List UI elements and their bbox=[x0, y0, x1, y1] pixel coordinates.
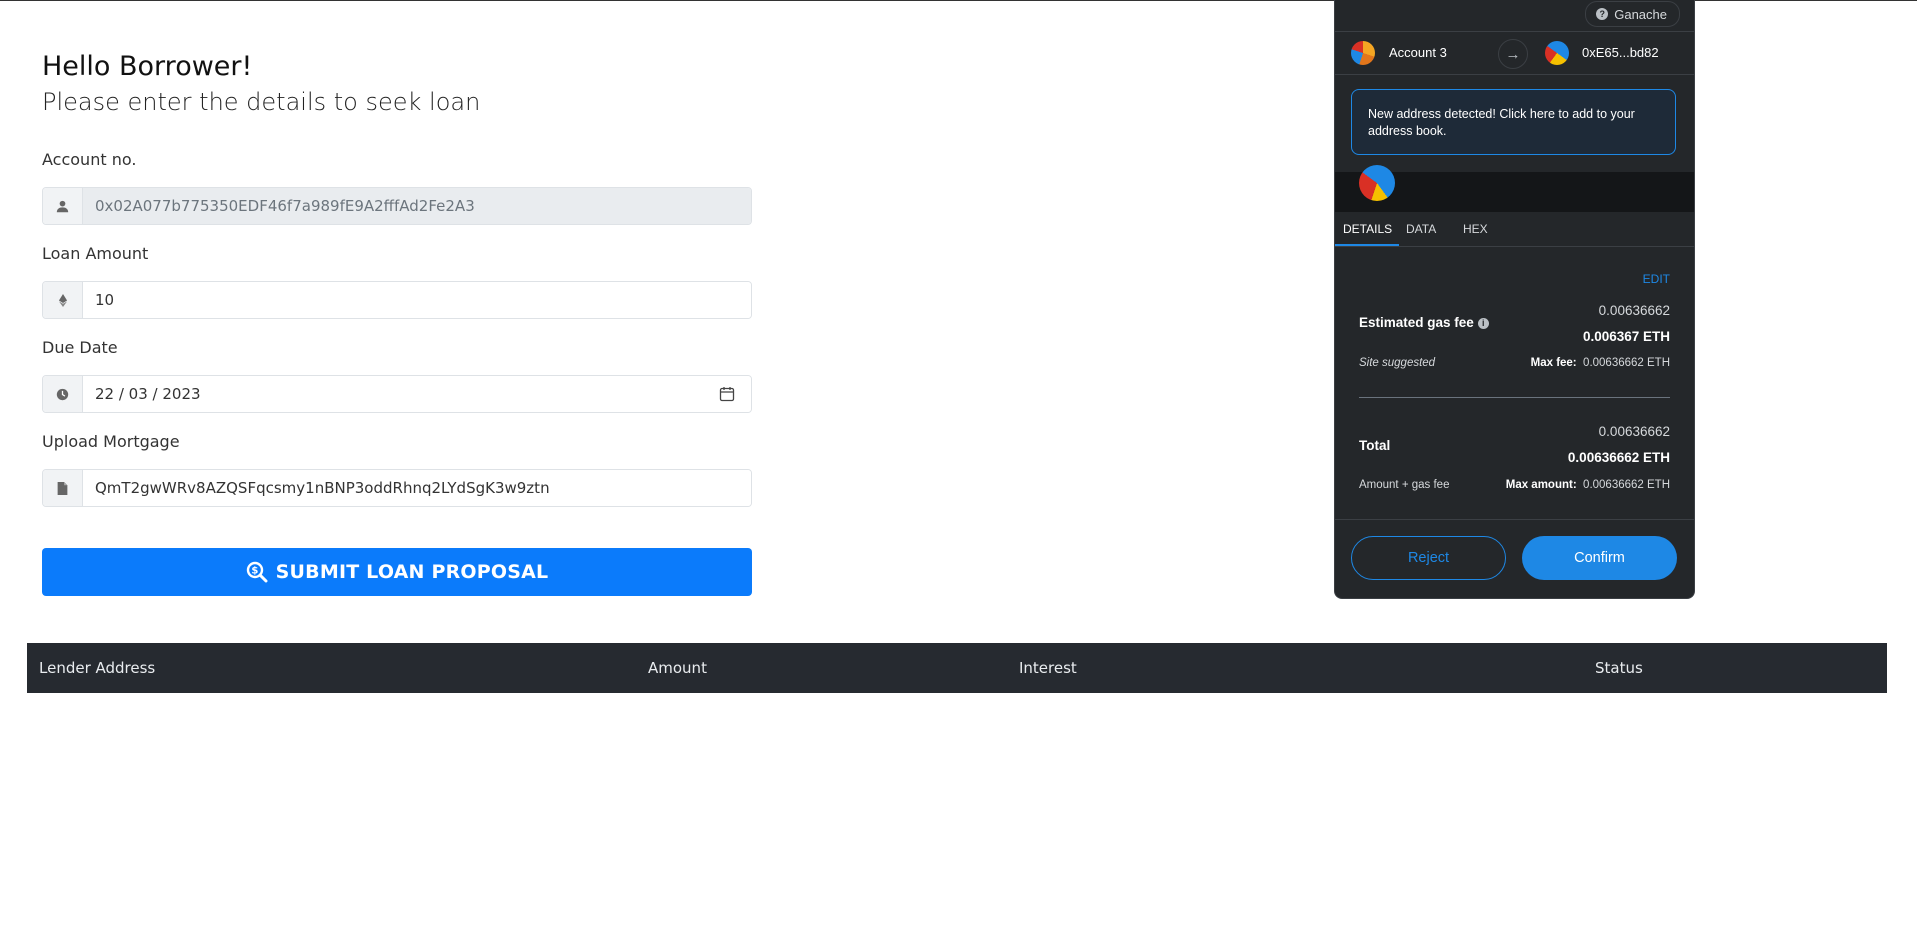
mortgage-input[interactable]: QmT2gwWRv8AZQSFqcsmy1nBNP3oddRhnq2LYdSgK… bbox=[83, 470, 751, 506]
col-amount: Amount bbox=[648, 659, 707, 677]
help-icon: ? bbox=[1596, 8, 1609, 20]
total-note: Amount + gas fee bbox=[1359, 479, 1450, 491]
col-status: Status bbox=[1595, 659, 1643, 677]
loan-amount-input[interactable]: 10 bbox=[83, 282, 751, 318]
col-interest: Interest bbox=[1019, 659, 1077, 677]
page-title: Hello Borrower! bbox=[42, 51, 253, 82]
popup-footer: Reject Confirm bbox=[1335, 519, 1694, 598]
gas-fee-eth: 0.006367 ETH bbox=[1582, 329, 1670, 344]
from-account[interactable]: Account 3 bbox=[1389, 45, 1447, 60]
gas-max-label: Max fee: bbox=[1530, 357, 1577, 369]
amount-label: Loan Amount bbox=[42, 244, 149, 263]
total-value: 0.00636662 bbox=[1598, 424, 1670, 439]
svg-text:$: $ bbox=[251, 566, 258, 577]
due-date-input[interactable]: 22 / 03 / 2023 bbox=[83, 376, 751, 412]
due-date-field[interactable]: 22 / 03 / 2023 bbox=[42, 375, 752, 413]
due-date-label: Due Date bbox=[42, 338, 118, 357]
due-date-value: 22 / 03 / 2023 bbox=[95, 385, 201, 403]
ethereum-icon bbox=[43, 282, 83, 318]
mortgage-label: Upload Mortgage bbox=[42, 432, 180, 451]
gas-fee-label-wrap: Estimated gas fee i bbox=[1359, 315, 1489, 330]
info-icon[interactable]: i bbox=[1477, 317, 1489, 329]
edit-gas-link[interactable]: EDIT bbox=[1643, 272, 1670, 286]
calendar-icon[interactable] bbox=[719, 386, 735, 402]
recipient-avatar-icon bbox=[1545, 41, 1569, 65]
total-max-label: Max amount: bbox=[1505, 479, 1577, 491]
active-tab-indicator bbox=[1335, 244, 1399, 246]
account-row: Account 3 → 0xE65...bd82 bbox=[1335, 31, 1694, 75]
search-dollar-icon: $ bbox=[246, 561, 268, 583]
mortgage-field[interactable]: QmT2gwWRv8AZQSFqcsmy1nBNP3oddRhnq2LYdSgK… bbox=[42, 469, 752, 507]
total-eth: 0.00636662 ETH bbox=[1567, 450, 1670, 465]
account-field: 0x02A077b775350EDF46f7a989fE9A2fffAd2Fe2… bbox=[42, 187, 752, 225]
reject-button[interactable]: Reject bbox=[1351, 536, 1506, 580]
gas-note: Site suggested bbox=[1359, 357, 1436, 369]
tab-data[interactable]: DATA bbox=[1406, 222, 1436, 236]
tab-hex[interactable]: HEX bbox=[1463, 222, 1488, 236]
gas-max-fee: Max fee: 0.00636662 ETH bbox=[1531, 357, 1670, 369]
amount-field[interactable]: 10 bbox=[42, 281, 752, 319]
gas-max-value: 0.00636662 ETH bbox=[1583, 357, 1670, 369]
col-lender-address: Lender Address bbox=[39, 659, 156, 677]
page-subtitle: Please enter the details to seek loan bbox=[42, 88, 481, 116]
total-label: Total bbox=[1359, 438, 1391, 453]
tx-tabs: DETAILS DATA HEX bbox=[1335, 212, 1694, 247]
account-label: Account no. bbox=[42, 150, 137, 169]
loans-table-header: Lender Address Amount Interest Status bbox=[27, 643, 1887, 693]
total-max-value: 0.00636662 ETH bbox=[1583, 479, 1670, 491]
arrow-right-icon: → bbox=[1498, 39, 1528, 69]
network-selector[interactable]: ? Ganache bbox=[1585, 1, 1680, 27]
site-origin-icon bbox=[1359, 165, 1395, 201]
submit-label: SUBMIT LOAN PROPOSAL bbox=[275, 561, 549, 583]
total-max-amount: Max amount: 0.00636662 ETH bbox=[1506, 479, 1670, 491]
account-avatar-icon bbox=[1351, 41, 1375, 65]
network-name: Ganache bbox=[1614, 6, 1667, 22]
confirm-button[interactable]: Confirm bbox=[1522, 536, 1677, 580]
metamask-popup: ? Ganache Account 3 → 0xE65...bd82 New a… bbox=[1334, 0, 1695, 599]
greeting-block: Hello Borrower! Please enter the details… bbox=[42, 48, 752, 118]
clock-icon bbox=[43, 376, 83, 412]
gas-fee-value: 0.00636662 bbox=[1598, 303, 1670, 318]
gas-fee-label: Estimated gas fee bbox=[1359, 315, 1474, 330]
divider bbox=[1359, 397, 1670, 398]
new-address-alert[interactable]: New address detected! Click here to add … bbox=[1351, 89, 1676, 155]
account-input: 0x02A077b775350EDF46f7a989fE9A2fffAd2Fe2… bbox=[83, 188, 751, 224]
tab-details[interactable]: DETAILS bbox=[1343, 222, 1392, 236]
to-address[interactable]: 0xE65...bd82 bbox=[1582, 45, 1659, 60]
file-icon bbox=[43, 470, 83, 506]
user-icon bbox=[43, 188, 83, 224]
submit-loan-proposal-button[interactable]: $ SUBMIT LOAN PROPOSAL bbox=[42, 548, 752, 596]
